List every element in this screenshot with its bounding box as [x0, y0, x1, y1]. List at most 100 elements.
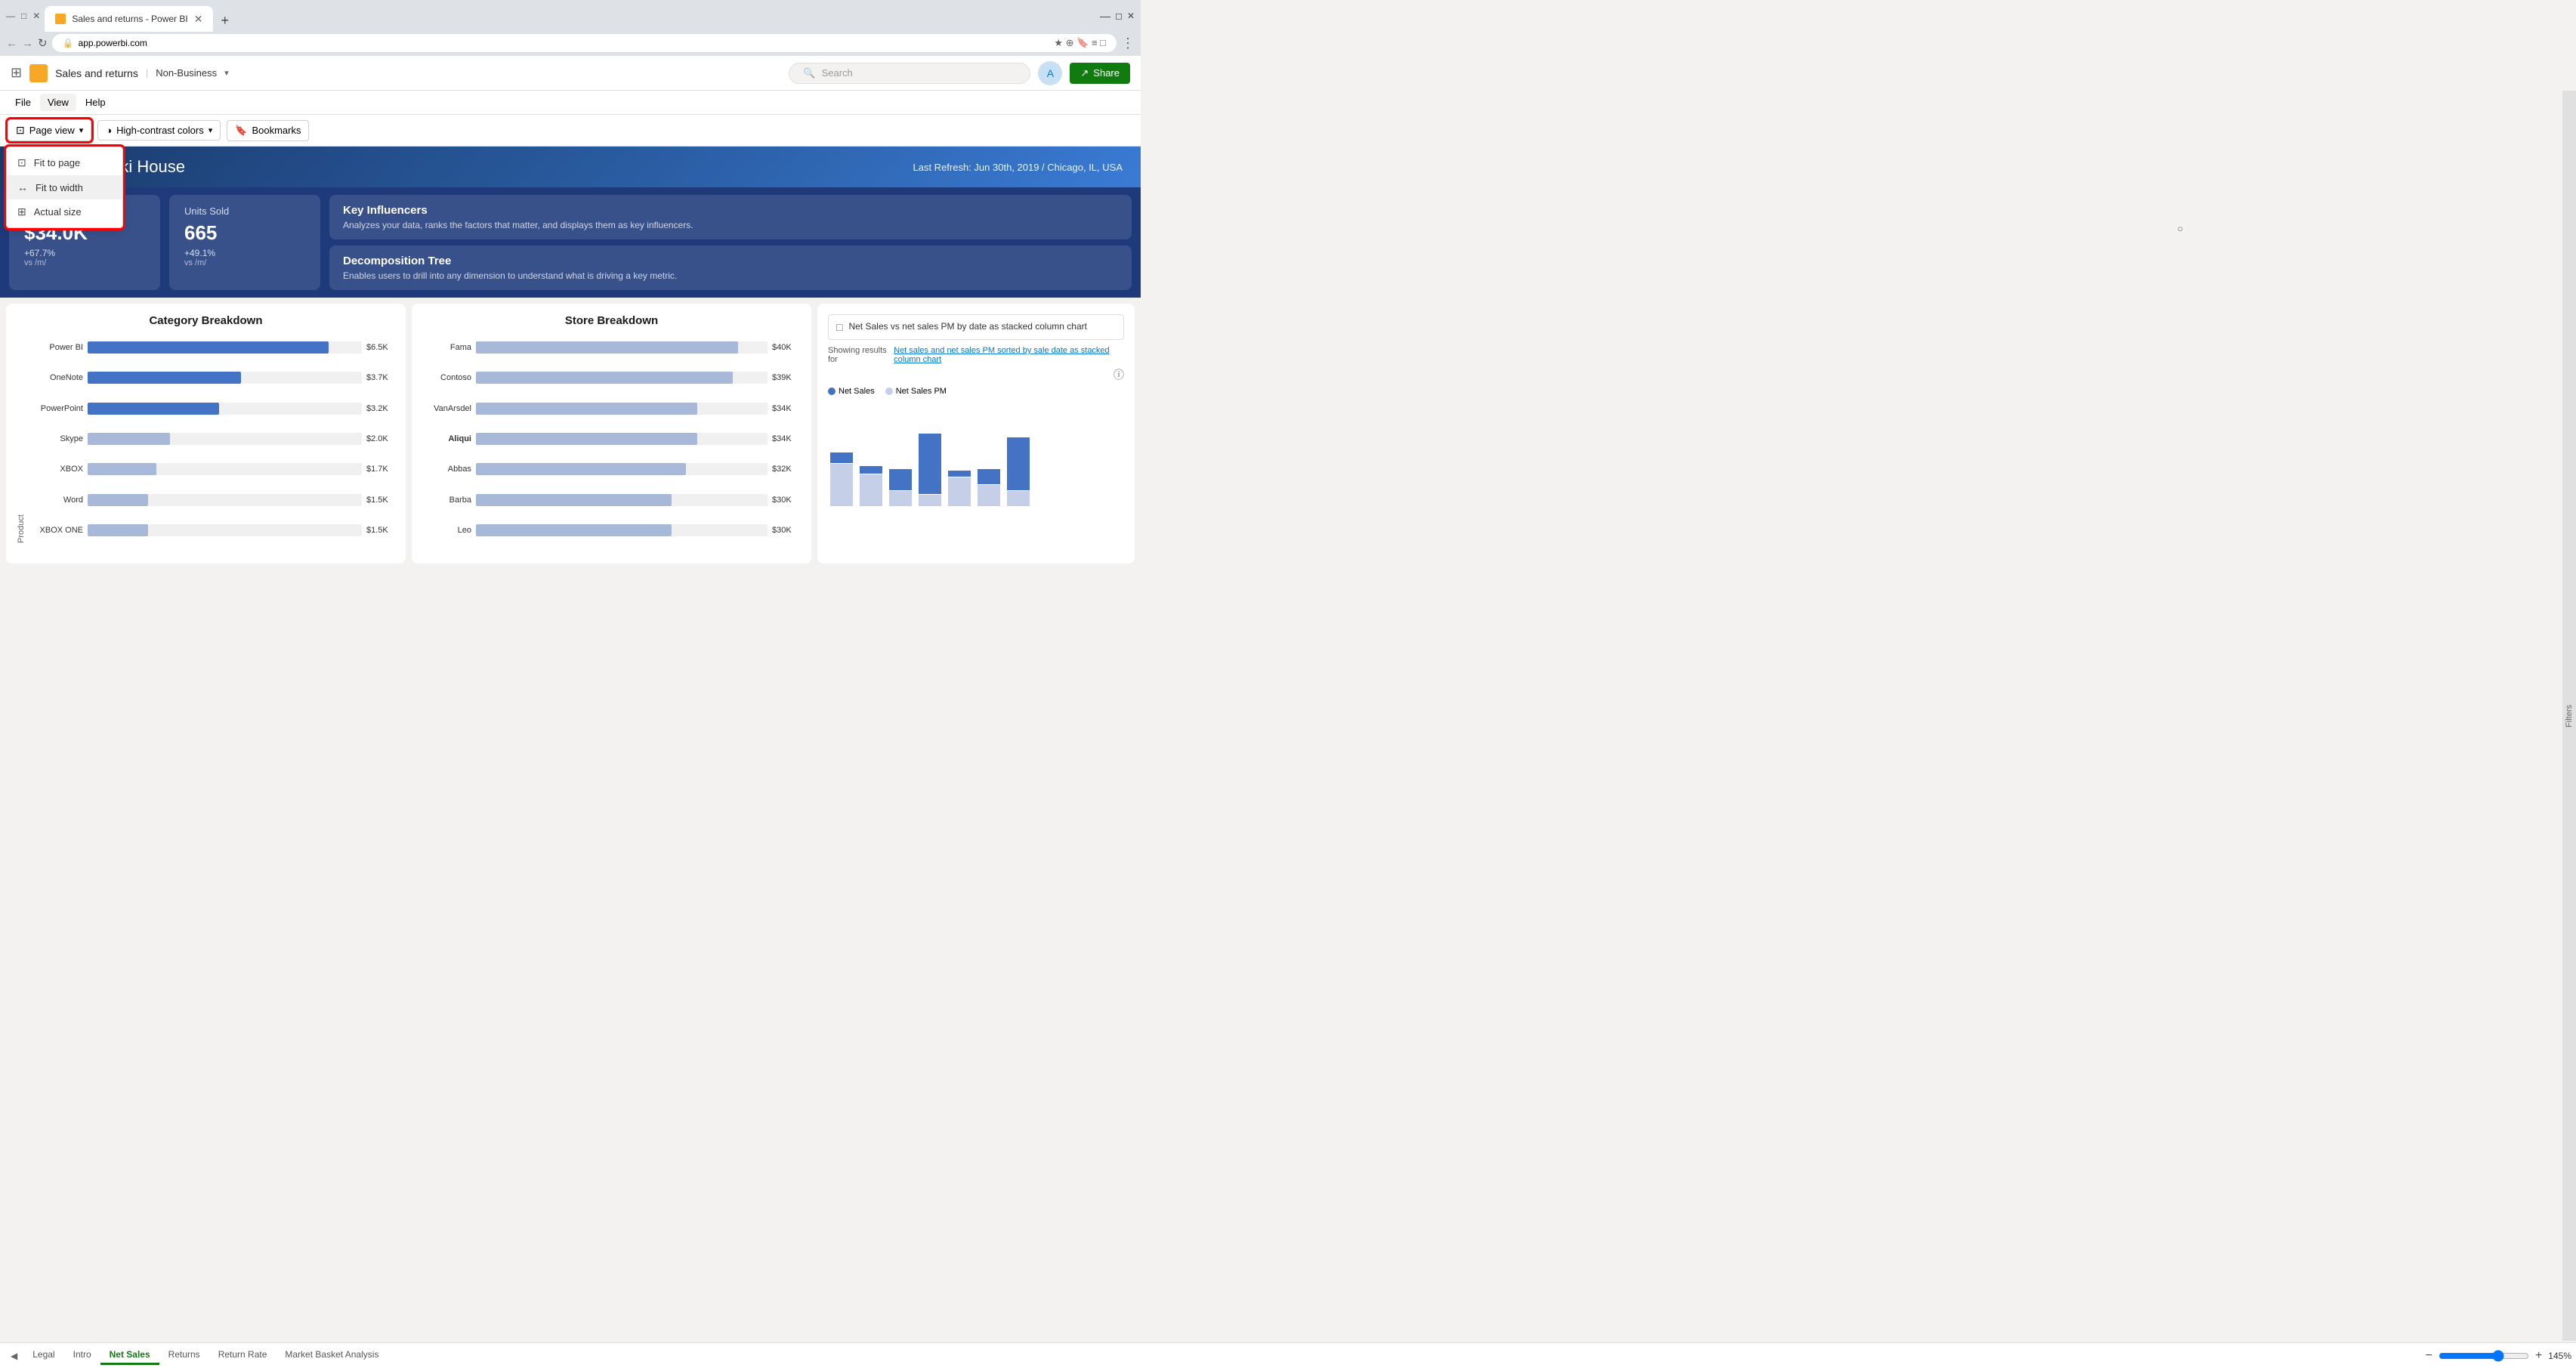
nav-refresh-button[interactable]: ↻ — [38, 36, 48, 50]
bar-value-xboxone: $1.5K — [366, 526, 395, 535]
info-icon[interactable]: ⓘ — [828, 367, 1124, 382]
zoom-controls: − + 145% — [2426, 1349, 2571, 1363]
header-search[interactable]: 🔍 Search — [789, 63, 1030, 84]
kpi-units-sold-label: Units Sold — [184, 205, 305, 217]
bar-seg-2-dark — [860, 466, 882, 474]
page-view-chevron-icon: ▾ — [79, 125, 84, 135]
key-influencers-desc: Analyzes your data, ranks the factors th… — [343, 220, 1118, 230]
bar-label-skype: Skype — [29, 434, 83, 443]
bar-label-xboxone: XBOX ONE — [29, 526, 83, 535]
bar-value-fama: $40K — [772, 343, 801, 352]
bar-row-xbox: XBOX $1.7K — [29, 463, 395, 475]
browser-tabs: Sales and returns - Power BI ✕ + — [45, 0, 1095, 32]
fit-to-width-item[interactable]: ↔ Fit to width — [7, 175, 122, 199]
menu-item-file[interactable]: File — [8, 94, 39, 111]
user-avatar[interactable]: A — [1038, 61, 1062, 85]
legend-dot-net-sales — [828, 388, 836, 395]
page-tabs: ◀ Legal Intro Net Sales Returns Return R… — [0, 1342, 2576, 1368]
new-tab-button[interactable]: + — [213, 10, 236, 32]
tab-market-basket[interactable]: Market Basket Analysis — [276, 1346, 388, 1365]
bar-row-xboxone: XBOX ONE $1.5K — [29, 524, 395, 536]
nav-back-button[interactable]: ← — [6, 37, 17, 50]
bar-label-powerbi: Power BI — [29, 343, 83, 352]
share-button[interactable]: ↗ Share — [1070, 63, 1130, 84]
tab-intro[interactable]: Intro — [64, 1346, 100, 1365]
decomposition-tree-card[interactable]: Decomposition Tree Enables users to dril… — [329, 245, 1132, 290]
bar-seg-5-light — [948, 477, 971, 506]
bar-fill-powerbi — [88, 341, 329, 354]
actual-size-item[interactable]: ⊞ Actual size — [7, 199, 122, 224]
tab-returns[interactable]: Returns — [159, 1346, 209, 1365]
decomposition-tree-title: Decomposition Tree — [343, 255, 1118, 267]
page-view-icon: ⊡ — [16, 124, 25, 137]
tab-return-rate[interactable]: Return Rate — [209, 1346, 276, 1365]
share-icon: ↗ — [1080, 67, 1089, 79]
bar-row-powerpoint: PowerPoint $3.2K — [29, 403, 395, 415]
tab-net-sales[interactable]: Net Sales — [100, 1346, 159, 1365]
win-restore[interactable]: □ — [21, 11, 26, 21]
window-maximize[interactable]: ◻ — [1115, 11, 1123, 21]
legend-label-net-sales: Net Sales — [839, 387, 875, 396]
zoom-minus-button[interactable]: − — [2426, 1349, 2432, 1363]
window-close[interactable]: ✕ — [1127, 11, 1135, 21]
workspace-name[interactable]: Non-Business — [156, 67, 217, 79]
bar-container-onenote — [88, 372, 362, 384]
bar-seg-3-dark — [889, 469, 912, 490]
url-bar[interactable]: 🔒 app.powerbi.com ★ ⊕ 🔖 ≡ □ — [52, 34, 1117, 52]
dashboard-header: soft | Alpine Ski House Last Refresh: Ju… — [0, 147, 1141, 187]
bar-col-3 — [887, 400, 914, 506]
tab-close-icon[interactable]: ✕ — [194, 13, 203, 26]
bar-container-fama — [476, 341, 768, 354]
tab-legal[interactable]: Legal — [23, 1346, 63, 1365]
kpi-units-sold-period: vs /m/ — [184, 258, 305, 267]
bar-row-abbas: Abbas $32K — [422, 463, 801, 475]
query-icon: □ — [836, 321, 842, 333]
url-bar-icons: ★ ⊕ 🔖 ≡ □ — [1054, 37, 1106, 49]
url-text: app.powerbi.com — [79, 38, 147, 48]
bar-value-leo: $30K — [772, 526, 801, 535]
nav-forward-button[interactable]: → — [22, 37, 33, 50]
bar-container-xbox — [88, 463, 362, 475]
app-grid-icon[interactable]: ⊞ — [11, 65, 22, 81]
kpi-units-sold-value: 665 — [184, 221, 305, 245]
ai-cards-container: Key Influencers Analyzes your data, rank… — [329, 195, 1132, 290]
tab-arrow-left[interactable]: ◀ — [5, 1348, 23, 1364]
fit-to-page-item[interactable]: ⊡ Fit to page — [7, 150, 122, 175]
key-influencers-card[interactable]: Key Influencers Analyzes your data, rank… — [329, 195, 1132, 239]
bar-fill-word — [88, 494, 148, 506]
bar-value-word: $1.5K — [366, 496, 395, 505]
bar-row-skype: Skype $2.0K — [29, 433, 395, 445]
zoom-plus-button[interactable]: + — [2535, 1349, 2542, 1363]
bar-seg-5-dark — [948, 471, 971, 477]
page-view-button[interactable]: ⊡ Page view ▾ — [8, 119, 91, 141]
pbi-header: ⊞ Sales and returns | Non-Business ▾ 🔍 S… — [0, 56, 1141, 91]
legend-label-net-sales-pm: Net Sales PM — [896, 387, 947, 396]
header-divider: | — [146, 67, 148, 79]
high-contrast-chevron-icon: ▾ — [208, 125, 213, 135]
store-bars: Fama $40K Contoso $39K VanArsdel $34K Al… — [422, 335, 801, 543]
bar-value-contoso: $39K — [772, 373, 801, 382]
bar-col-5 — [946, 400, 973, 506]
workspace-chevron-icon[interactable]: ▾ — [224, 68, 229, 78]
filter-panel[interactable]: Filters — [2562, 91, 2576, 1341]
active-tab[interactable]: Sales and returns - Power BI ✕ — [45, 6, 213, 32]
bar-value-abbas: $32K — [772, 465, 801, 474]
bar-col-4 — [916, 400, 944, 506]
showing-results-link[interactable]: Net sales and net sales PM sorted by sal… — [894, 346, 1124, 364]
high-contrast-button[interactable]: ◑ High-contrast colors ▾ — [97, 120, 221, 141]
win-close[interactable]: ✕ — [32, 11, 40, 21]
share-label: Share — [1093, 67, 1120, 79]
menu-item-help[interactable]: Help — [78, 94, 113, 111]
zoom-slider[interactable] — [2439, 1350, 2529, 1362]
bar-row-barba: Barba $30K — [422, 494, 801, 506]
bookmarks-button[interactable]: 🔖 Bookmarks — [227, 120, 309, 141]
win-minimize[interactable]: — — [6, 11, 15, 21]
window-minimize[interactable]: — — [1100, 10, 1110, 22]
filter-panel-label: Filters — [2565, 705, 2574, 727]
fit-to-page-label: Fit to page — [34, 157, 80, 168]
menu-item-view[interactable]: View — [40, 94, 76, 111]
bar-label-abbas: Abbas — [422, 465, 471, 474]
bar-seg-1-dark — [830, 452, 853, 463]
bar-col-2 — [857, 400, 885, 506]
browser-menu-icon[interactable]: ⋮ — [1121, 36, 1135, 51]
